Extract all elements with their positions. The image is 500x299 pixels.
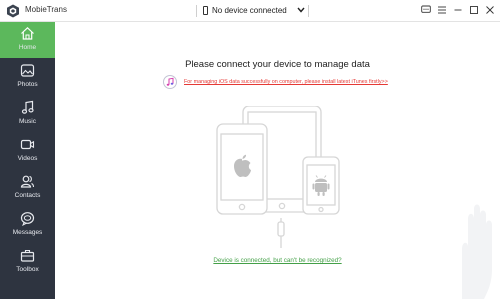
sidebar-item-videos[interactable]: Videos — [0, 133, 55, 169]
music-icon — [21, 100, 34, 114]
device-selector[interactable]: No device connected — [196, 3, 309, 19]
menu-icon — [438, 6, 446, 14]
sidebar-item-label: Photos — [17, 81, 38, 88]
sidebar-item-toolbox[interactable]: Toolbox — [0, 244, 55, 280]
divider — [196, 5, 197, 17]
app-title: MobieTrans — [25, 5, 67, 14]
close-icon — [486, 6, 494, 14]
phone-icon — [203, 6, 208, 15]
hand-decoration — [462, 204, 492, 299]
minimize-icon — [454, 9, 462, 11]
device-selector-value: No device connected — [212, 6, 287, 15]
sidebar-item-music[interactable]: Music — [0, 96, 55, 132]
toolbox-icon — [20, 249, 35, 262]
sidebar-item-label: Contacts — [14, 192, 41, 199]
page-title: Please connect your device to manage dat… — [185, 59, 370, 70]
sidebar-item-home[interactable]: Home — [0, 22, 55, 58]
window-controls — [420, 4, 496, 18]
app-logo-icon — [7, 4, 19, 18]
divider — [308, 5, 309, 17]
sidebar-item-label: Home — [18, 44, 37, 51]
music-note-icon — [166, 77, 174, 86]
sidebar: Home Photos Music Videos Contacts Messag… — [0, 22, 55, 299]
videos-icon — [20, 139, 35, 150]
itunes-notice: For managing iOS data successfully on co… — [163, 74, 388, 90]
home-icon — [21, 26, 34, 40]
sidebar-item-label: Toolbox — [16, 266, 39, 273]
itunes-icon — [163, 75, 177, 89]
main-panel: Please connect your device to manage dat… — [55, 22, 500, 299]
photos-icon — [20, 64, 35, 77]
minimize-button[interactable] — [452, 4, 464, 16]
install-itunes-link[interactable]: For managing iOS data successfully on co… — [184, 79, 388, 85]
contacts-icon — [20, 175, 35, 188]
feedback-icon — [421, 5, 431, 13]
sidebar-item-photos[interactable]: Photos — [0, 59, 55, 95]
sidebar-item-label: Messages — [12, 229, 43, 236]
maximize-button[interactable] — [468, 4, 480, 16]
chevron-down-icon — [297, 7, 305, 13]
usb-cable-icon — [277, 218, 285, 248]
sidebar-item-contacts[interactable]: Contacts — [0, 170, 55, 206]
messages-icon — [20, 212, 35, 226]
sidebar-item-label: Music — [19, 118, 36, 125]
close-button[interactable] — [484, 4, 496, 16]
title-bar: MobieTrans No device connected — [0, 0, 500, 22]
devices-illustration — [216, 106, 340, 248]
sidebar-item-label: Videos — [17, 155, 38, 162]
maximize-icon — [470, 6, 478, 14]
sidebar-item-messages[interactable]: Messages — [0, 207, 55, 243]
menu-button[interactable] — [436, 4, 448, 16]
feedback-button[interactable] — [420, 4, 432, 16]
